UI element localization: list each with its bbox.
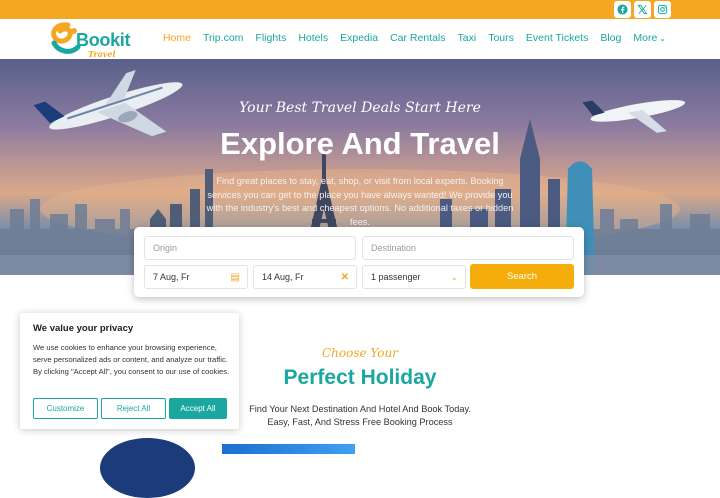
hero-title: Explore And Travel — [220, 126, 500, 161]
nav-expedia[interactable]: Expedia — [340, 32, 378, 44]
depart-date-value: 7 Aug, Fr — [153, 272, 190, 282]
accept-all-button[interactable]: Accept All — [169, 398, 227, 419]
destination-card-image[interactable] — [100, 438, 195, 498]
destination-card-image[interactable] — [222, 444, 355, 454]
nav-flights[interactable]: Flights — [255, 32, 286, 44]
nav-blog[interactable]: Blog — [600, 32, 621, 44]
site-logo[interactable]: Bookit Travel — [48, 21, 138, 59]
instagram-icon[interactable] — [654, 1, 671, 18]
main-nav: Home Trip.com Flights Hotels Expedia Car… — [163, 32, 666, 44]
depart-date-field[interactable]: 7 Aug, Fr ▤ — [144, 265, 248, 289]
chevron-down-icon: ⌄ — [450, 272, 458, 282]
hero-description: Find great places to stay, eat, shop, or… — [206, 176, 514, 227]
nav-home[interactable]: Home — [163, 32, 191, 44]
x-icon[interactable] — [634, 1, 651, 18]
top-bar — [0, 0, 720, 19]
passengers-value: 1 passenger — [371, 272, 421, 282]
hero-tagline: Your Best Travel Deals Start Here — [239, 100, 481, 116]
site-header: Bookit Travel Home Trip.com Flights Hote… — [0, 19, 720, 59]
nav-hotels[interactable]: Hotels — [298, 32, 328, 44]
destination-input[interactable]: Destination — [362, 236, 574, 260]
chevron-down-icon: ⌄ — [659, 34, 666, 43]
nav-taxi[interactable]: Taxi — [458, 32, 477, 44]
nav-event-tickets[interactable]: Event Tickets — [526, 32, 588, 44]
nav-more[interactable]: More ⌄ — [633, 32, 666, 44]
reject-all-button[interactable]: Reject All — [101, 398, 166, 419]
passengers-select[interactable]: 1 passenger ⌄ — [362, 265, 466, 289]
logo-subtext: Travel — [88, 49, 116, 59]
clear-icon[interactable]: ✕ — [341, 272, 349, 283]
calendar-icon[interactable]: ▤ — [231, 272, 240, 283]
nav-more-label: More — [633, 32, 658, 44]
origin-input[interactable]: Origin — [144, 236, 356, 260]
cookie-title: We value your privacy — [33, 323, 134, 334]
nav-trip[interactable]: Trip.com — [203, 32, 243, 44]
return-date-field[interactable]: 14 Aug, Fr ✕ — [253, 265, 357, 289]
cookie-consent-banner: We value your privacy We use cookies to … — [20, 313, 239, 429]
nav-tours[interactable]: Tours — [488, 32, 514, 44]
facebook-icon[interactable] — [614, 1, 631, 18]
cookie-text: We use cookies to enhance your browsing … — [33, 343, 230, 376]
customize-button[interactable]: Customize — [33, 398, 98, 419]
search-form: Origin Destination 7 Aug, Fr ▤ 14 Aug, F… — [134, 227, 584, 297]
search-button[interactable]: Search — [470, 264, 574, 289]
nav-car-rentals[interactable]: Car Rentals — [390, 32, 445, 44]
return-date-value: 14 Aug, Fr — [262, 272, 304, 282]
logo-text: Bookit — [76, 30, 131, 50]
